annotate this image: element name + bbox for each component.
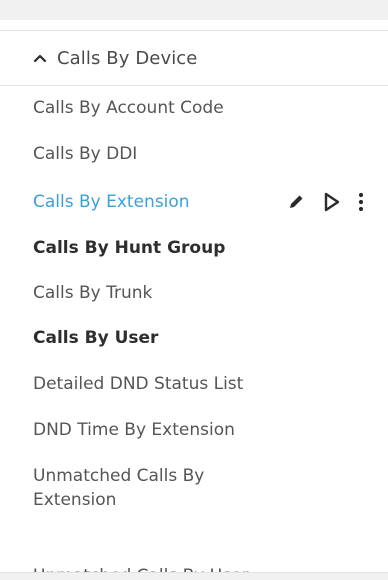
report-item-unmatched-calls-by-extension[interactable]: Unmatched Calls By Extension — [33, 464, 253, 512]
reports-panel: Calls By Device Calls By Account Code Ca… — [0, 0, 388, 580]
report-item-calls-by-ddi[interactable]: Calls By DDI — [33, 142, 363, 166]
section-header-calls-by-device[interactable]: Calls By Device — [0, 30, 388, 86]
more-vertical-icon[interactable] — [357, 190, 365, 214]
bottom-divider — [0, 572, 388, 580]
row-actions — [287, 190, 365, 214]
report-item-dnd-time-by-extension[interactable]: DND Time By Extension — [33, 418, 363, 442]
chevron-up-icon — [33, 51, 47, 65]
report-item-calls-by-trunk[interactable]: Calls By Trunk — [33, 281, 363, 305]
top-divider — [0, 0, 388, 20]
report-item-calls-by-hunt-group[interactable]: Calls By Hunt Group — [33, 236, 363, 260]
report-item-calls-by-user[interactable]: Calls By User — [33, 326, 363, 350]
report-item-detailed-dnd-status-list[interactable]: Detailed DND Status List — [33, 372, 363, 396]
pencil-icon[interactable] — [287, 190, 305, 214]
report-item-calls-by-account-code[interactable]: Calls By Account Code — [33, 96, 363, 120]
play-icon[interactable] — [323, 190, 341, 214]
section-title: Calls By Device — [57, 47, 198, 69]
